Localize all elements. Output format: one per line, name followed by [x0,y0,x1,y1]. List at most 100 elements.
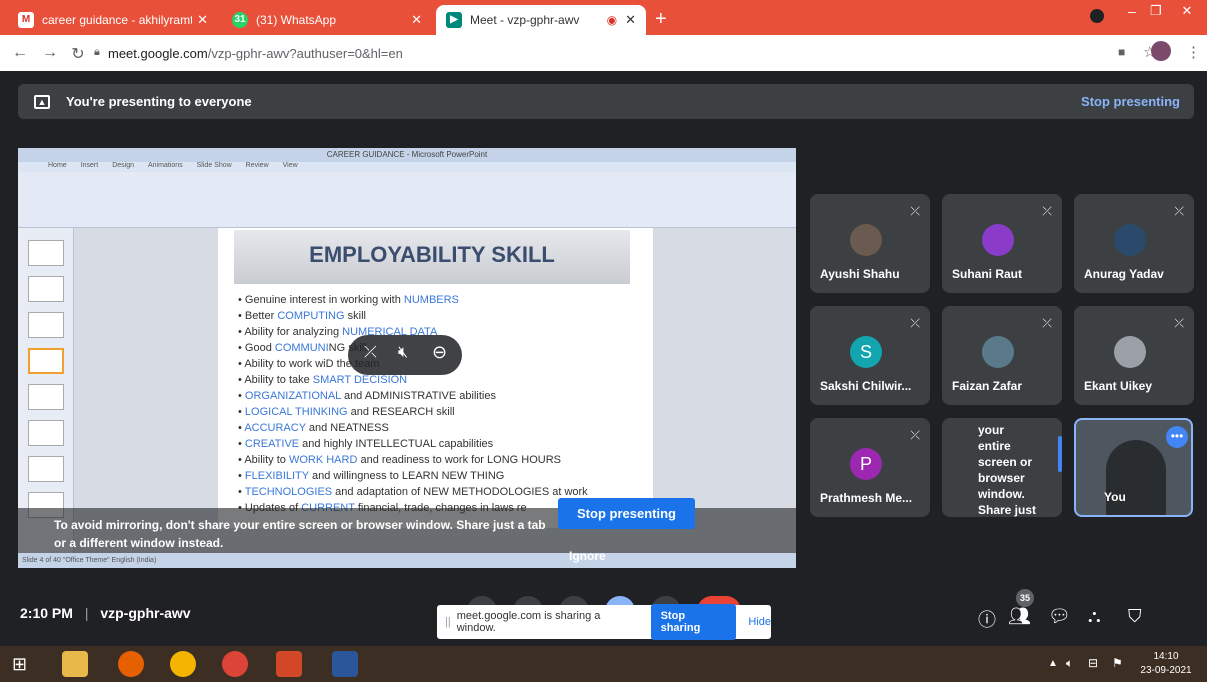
camera-icon[interactable]: ■ [1118,45,1125,59]
pin-off-icon[interactable]: ⤫ [364,344,377,362]
tab-gmail[interactable]: M career guidance - akhilyramteke ✕ [8,5,218,35]
ppt-status-bar: Slide 4 of 40 "Office Theme" English (In… [18,553,796,568]
reload-icon[interactable]: ↻ [66,44,90,64]
meeting-info: 2:10 PM | vzp-gphr-awv [20,605,191,621]
host-controls-icon[interactable]: ⛉ [1128,606,1142,627]
ribbon-tab: Insert [80,162,99,169]
participant-tile[interactable]: ⤫ Anurag Yadav [1074,194,1194,293]
firefox-icon[interactable] [118,651,144,677]
recording-dot-icon: ◉ [606,13,618,27]
ribbon-tab: Design [112,162,134,169]
ignore-button[interactable]: Ignore [569,549,606,563]
self-label: You [1104,490,1126,504]
powerpoint-icon[interactable] [276,651,302,677]
gmail-icon: M [18,12,34,28]
tray-arrow-icon[interactable]: ▲ [1048,658,1058,669]
avatar: P [850,448,882,480]
new-tab-button[interactable]: + [655,8,667,31]
bullet-item: • ORGANIZATIONAL and ADMINISTRATIVE abil… [238,390,496,402]
self-view-tile[interactable]: You ••• [1074,418,1193,517]
meeting-code: vzp-gphr-awv [100,605,191,621]
participant-tile[interactable]: ⤫ P Prathmesh Me... [810,418,930,517]
more-menu-icon[interactable]: ⋮ [1186,43,1201,61]
close-tab-icon[interactable]: ✕ [197,12,208,28]
hide-button[interactable]: Hide [748,616,771,628]
mirror-warning-text: To avoid mirroring, don't share your ent… [54,518,546,550]
slide-thumbnail [28,312,64,338]
chat-icon[interactable]: 💬︎ [1048,606,1071,627]
browser-tab-bar: M career guidance - akhilyramteke ✕ 31 (… [0,0,1207,35]
taskbar-clock[interactable]: 14:10 23-09-2021 [1136,650,1196,678]
slide-canvas: EMPLOYABILITY SKILL • Genuine interest i… [218,228,653,528]
minimize-icon[interactable]: – [1128,3,1136,19]
flag-icon[interactable]: ⚑ [1112,656,1123,670]
tab-whatsapp[interactable]: 31 (31) WhatsApp ✕ [222,5,432,35]
info-icon[interactable]: ⓘ [978,606,996,632]
restore-icon[interactable]: ❐ [1150,3,1162,19]
more-options-icon[interactable]: ••• [1166,426,1188,448]
mic-off-icon: ⤫ [910,204,920,218]
participant-tile[interactable]: ⤫ Suhani Raut [942,194,1062,293]
bullet-item: • CREATIVE and highly INTELLECTUAL capab… [238,438,494,450]
close-tab-icon[interactable]: ✕ [625,12,636,28]
ppt-ribbon [18,172,796,228]
bullet-item: • Ability to WORK HARD and readiness to … [238,454,561,466]
drag-handle-icon[interactable]: || [445,616,451,628]
overflow-tile-text: your entire screen or browser window. Sh… [978,423,1037,517]
forward-icon[interactable]: → [38,44,62,62]
avatar: S [850,336,882,368]
mic-off-icon: ⤫ [1042,204,1052,218]
participant-name: Sakshi Chilwir... [820,379,912,393]
meeting-time: 2:10 PM [20,605,73,621]
network-icon[interactable]: ⊟ [1088,656,1098,670]
scroll-indicator [1058,436,1062,472]
people-icon[interactable]: 👥︎ [1008,606,1031,627]
profile-icon[interactable] [1090,9,1104,23]
window-close-icon[interactable]: ✕ [1170,0,1204,22]
clock-time: 14:10 [1153,651,1179,662]
remove-icon[interactable]: ⊖ [432,342,447,363]
ribbon-tab: Slide Show [196,162,232,169]
ribbon-tab: Review [245,162,269,169]
windows-start-icon[interactable]: ⊞ [12,654,27,675]
activities-icon[interactable]: ⛬ [1088,606,1101,627]
avatar [1114,224,1146,256]
ribbon-tab: Home [48,162,67,169]
avatar [850,224,882,256]
tab-meet[interactable]: ▶ Meet - vzp-gphr-awv ◉ ✕ [436,5,646,35]
chrome-icon[interactable] [222,651,248,677]
tab-label: Meet - vzp-gphr-awv [470,13,580,27]
present-screen-icon: ▲ [34,94,50,109]
url-field[interactable]: meet.google.com/vzp-gphr-awv?authuser=0&… [108,43,1068,65]
slide-thumbnail [28,456,64,482]
windows-taskbar: ⊞ ▲ 🔈︎ ⊟ ⚑ 14:10 23-09-2021 [0,646,1207,682]
participant-tile[interactable]: ⤫ Ekant Uikey [1074,306,1194,405]
participant-name: Suhani Raut [952,267,1023,281]
participant-tile[interactable]: ⤫ Ayushi Shahu [810,194,930,293]
mute-speaker-icon[interactable]: 🔇︎ [398,344,408,362]
slide-thumbnail-selected [28,348,64,374]
file-explorer-icon[interactable] [62,651,88,677]
slide-bullets: • Genuine interest in working with NUMBE… [238,292,648,516]
participant-tile[interactable]: your entire screen or browser window. Sh… [942,418,1062,517]
bullet-item: • Better COMPUTING skill [238,310,366,322]
url-host: meet.google.com [108,46,208,61]
ribbon-tab: View [282,162,298,169]
back-icon[interactable]: ← [8,44,32,62]
bullet-item: • Genuine interest in working with NUMBE… [238,294,459,306]
participant-tile[interactable]: ⤫ Faizan Zafar [942,306,1062,405]
stop-presenting-link[interactable]: Stop presenting [1081,94,1180,109]
stop-presenting-button[interactable]: Stop presenting [558,498,695,529]
word-icon[interactable] [332,651,358,677]
volume-icon[interactable]: 🔈︎ [1066,656,1073,671]
participant-name: Ekant Uikey [1084,379,1153,393]
stop-sharing-button[interactable]: Stop sharing [650,604,737,640]
mic-off-icon: ⤫ [910,428,920,442]
chrome-icon[interactable] [170,651,196,677]
close-tab-icon[interactable]: ✕ [411,12,422,28]
participant-name: Faizan Zafar [952,379,1023,393]
presenting-banner: ▲ You're presenting to everyone Stop pre… [18,84,1194,119]
avatar[interactable] [1151,41,1171,61]
participant-tile[interactable]: ⤫ S Sakshi Chilwir... [810,306,930,405]
slide-thumbnail [28,384,64,410]
